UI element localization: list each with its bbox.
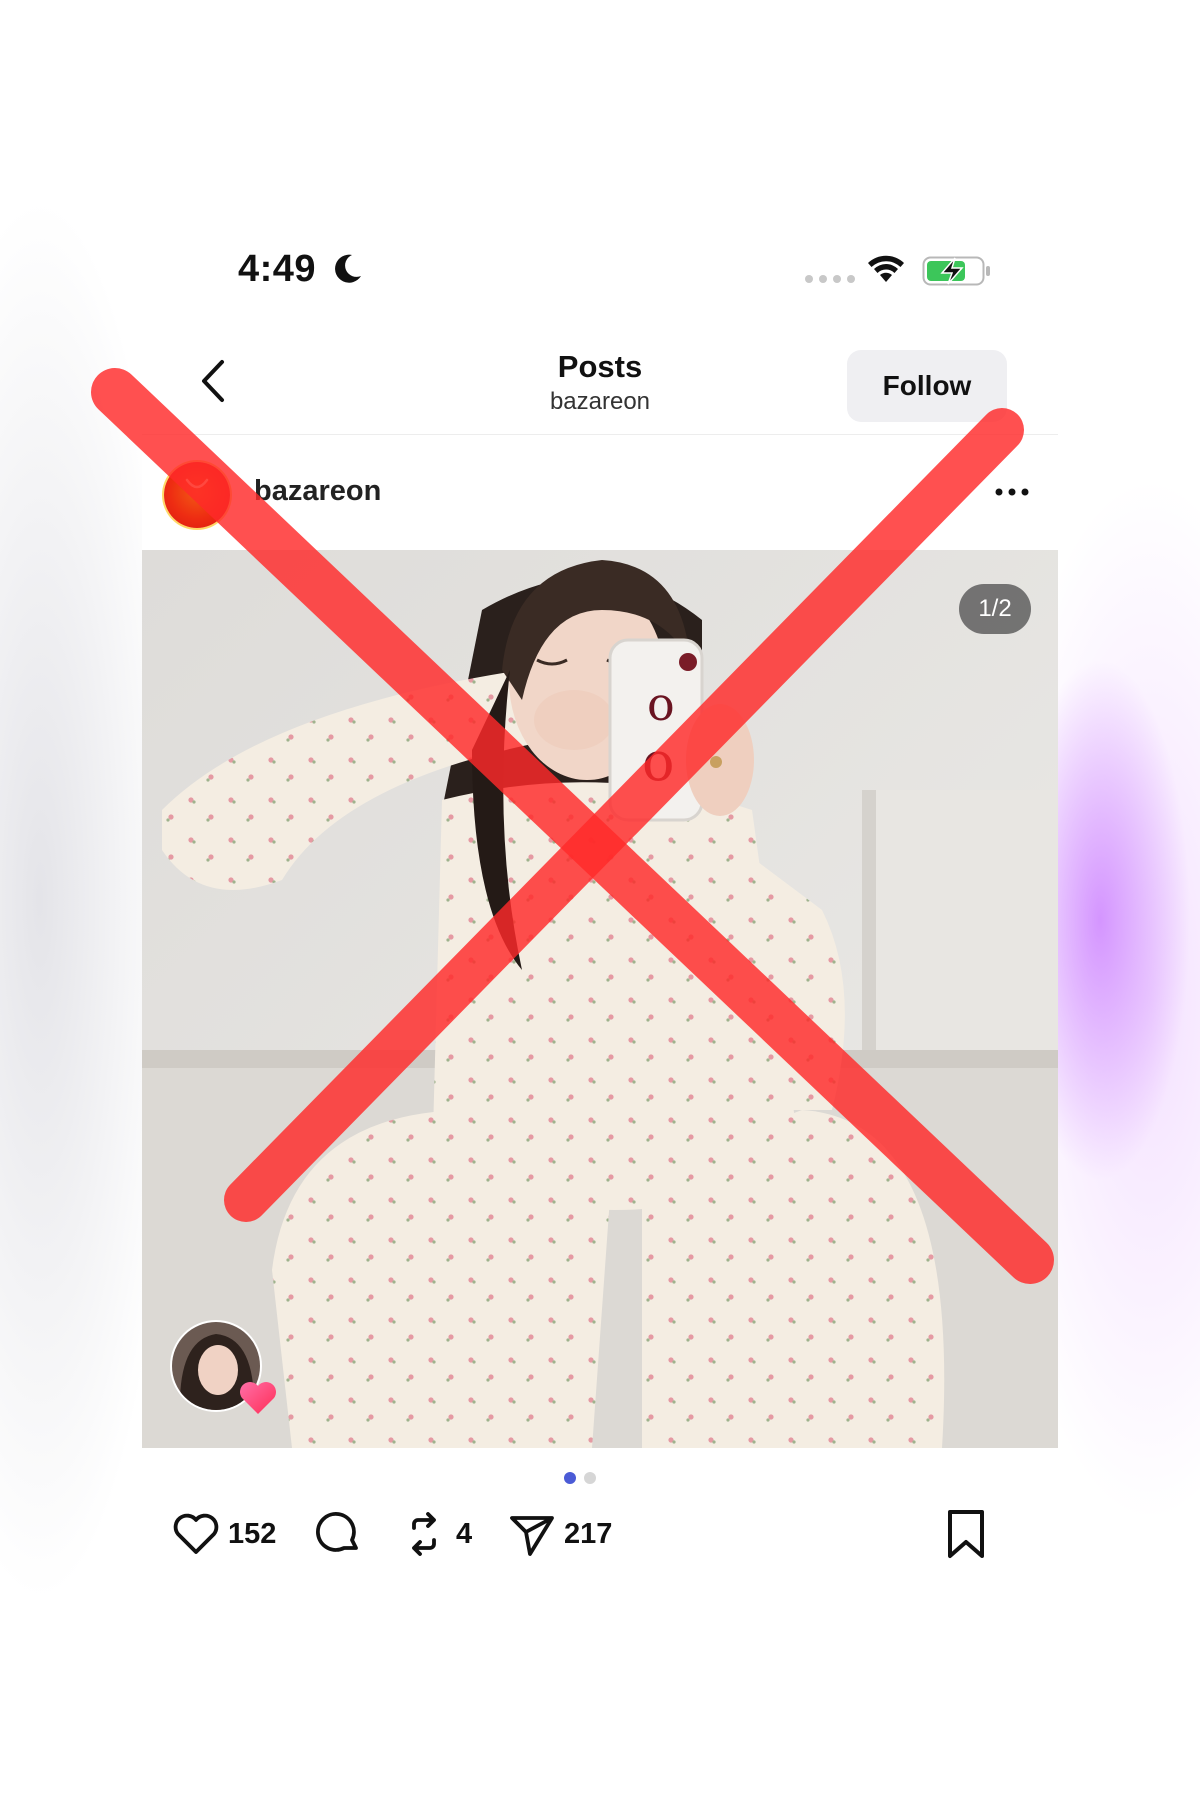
- repost-icon: [412, 1512, 436, 1556]
- creator-avatar[interactable]: [170, 1320, 276, 1414]
- nav-titles: Posts bazareon: [400, 348, 800, 418]
- repost-button[interactable]: 4: [398, 1504, 472, 1564]
- post-header: bazareon: [142, 434, 1058, 550]
- carousel-dot-1[interactable]: [564, 1472, 576, 1484]
- comment-icon: [316, 1512, 358, 1552]
- smile-logo-icon: [185, 478, 209, 489]
- carousel-dot-2[interactable]: [584, 1472, 596, 1484]
- carousel-dots: [142, 1472, 1038, 1486]
- nav-bar: Posts bazareon Follow: [142, 322, 1058, 435]
- share-icon: [510, 1516, 554, 1556]
- like-count: 152: [228, 1517, 277, 1550]
- share-count: 217: [564, 1517, 613, 1550]
- heart-badge-icon: [240, 1382, 276, 1414]
- page-subtitle: bazareon: [549, 388, 651, 415]
- battery-charging-icon: [922, 256, 990, 286]
- status-bar: 4:49: [142, 222, 1058, 322]
- phone-screen: 4:49 Posts bazareon Follow bazareon o o …: [142, 222, 1058, 1582]
- photo-illustration: o o: [142, 550, 1058, 1448]
- repost-count: 4: [456, 1517, 473, 1550]
- wifi-icon: [868, 255, 904, 282]
- actions-bar: 152 4 217: [142, 1504, 1058, 1574]
- share-button[interactable]: 217: [506, 1504, 612, 1564]
- heart-icon: [173, 1513, 219, 1554]
- post-username[interactable]: bazareon: [254, 475, 381, 508]
- svg-text:o: o: [642, 730, 675, 793]
- signal-icon: [805, 275, 855, 283]
- avatar[interactable]: [164, 462, 230, 528]
- comment-button[interactable]: [312, 1504, 364, 1564]
- chevron-left-icon[interactable]: [194, 356, 230, 406]
- page-counter: 1/2: [959, 584, 1031, 634]
- bookmark-icon[interactable]: [942, 1508, 990, 1560]
- status-time: 4:49: [238, 248, 317, 290]
- post-photo[interactable]: o o 1/2: [142, 550, 1058, 1448]
- follow-button[interactable]: Follow: [847, 350, 1007, 422]
- page-title: Posts: [557, 349, 643, 384]
- like-button[interactable]: 152: [170, 1504, 276, 1564]
- moon-icon: [335, 254, 361, 283]
- svg-text:o: o: [647, 677, 675, 731]
- more-horizontal-icon[interactable]: [992, 482, 1032, 502]
